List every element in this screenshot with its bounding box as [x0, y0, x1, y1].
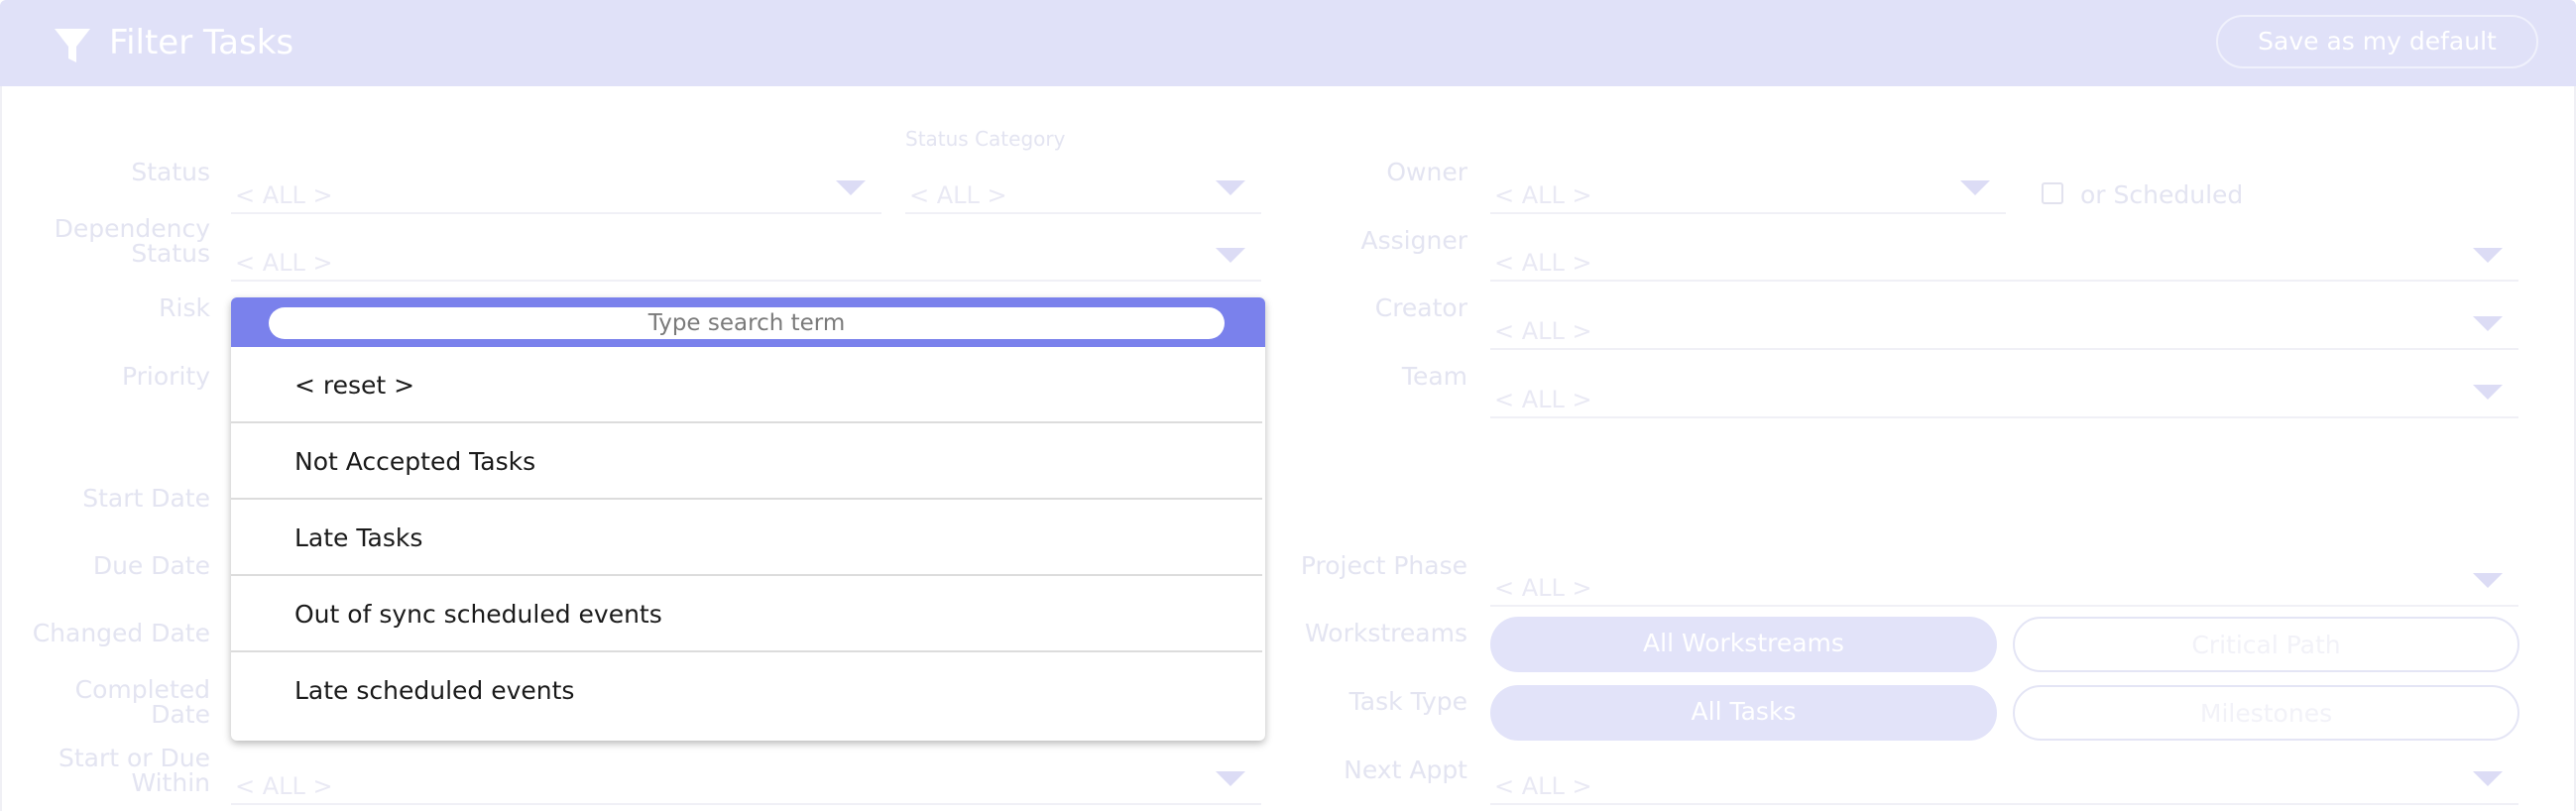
- dropdown-option-reset[interactable]: < reset >: [231, 347, 1262, 423]
- chevron-down-icon: [2473, 573, 2503, 588]
- start-date-label: Start Date: [82, 484, 210, 513]
- chevron-down-icon: [1216, 248, 1245, 263]
- workstreams-label: Workstreams: [1305, 619, 1467, 647]
- creator-label: Creator: [1374, 293, 1467, 322]
- filter-header: Filter Tasks Save as my default: [0, 0, 2576, 86]
- team-select[interactable]: < ALL >: [1490, 373, 2518, 418]
- milestones-toggle[interactable]: Milestones: [2013, 685, 2519, 741]
- assigner-select[interactable]: < ALL >: [1490, 236, 2518, 282]
- dropdown-search-input[interactable]: [269, 307, 1225, 339]
- next-appt-select[interactable]: < ALL >: [1490, 759, 2518, 805]
- chevron-down-icon: [2473, 248, 2503, 263]
- start-or-due-within-value: < ALL >: [235, 772, 333, 800]
- dependency-status-label: Dependency Status: [20, 216, 210, 266]
- completed-date-label-line2: Date: [151, 700, 210, 729]
- assigner-label: Assigner: [1360, 226, 1467, 255]
- creator-value: < ALL >: [1494, 317, 1592, 345]
- owner-value: < ALL >: [1494, 181, 1592, 209]
- team-label: Team: [1401, 362, 1467, 391]
- task-type-label: Task Type: [1348, 687, 1467, 716]
- or-scheduled-label: or Scheduled: [2080, 180, 2244, 209]
- save-as-default-button[interactable]: Save as my default: [2216, 15, 2538, 68]
- dependency-status-select[interactable]: < ALL >: [231, 236, 1261, 282]
- chevron-down-icon: [2473, 771, 2503, 786]
- chevron-down-icon: [1960, 180, 1990, 195]
- critical-path-toggle[interactable]: Critical Path: [2013, 617, 2519, 672]
- status-category-label: Status Category: [905, 127, 1066, 151]
- start-or-due-within-select[interactable]: < ALL >: [231, 759, 1261, 805]
- or-scheduled-checkbox[interactable]: [2042, 182, 2063, 204]
- team-value: < ALL >: [1494, 386, 1592, 413]
- next-appt-value: < ALL >: [1494, 772, 1592, 800]
- risk-label: Risk: [159, 293, 210, 322]
- changed-date-label: Changed Date: [32, 619, 210, 647]
- dependency-status-label-line2: Status: [131, 239, 210, 268]
- status-select[interactable]: < ALL >: [231, 169, 881, 214]
- project-phase-select[interactable]: < ALL >: [1490, 561, 2518, 607]
- filter-icon: [55, 29, 90, 62]
- dropdown-option-out-of-sync-scheduled-events[interactable]: Out of sync scheduled events: [231, 576, 1262, 652]
- chevron-down-icon: [2473, 385, 2503, 400]
- start-or-due-within-label: Start or Due Within: [20, 746, 210, 795]
- dropdown-option-late-tasks[interactable]: Late Tasks: [231, 500, 1262, 576]
- dropdown-option-not-accepted-tasks[interactable]: Not Accepted Tasks: [231, 423, 1262, 500]
- status-label: Status: [131, 158, 210, 186]
- status-value: < ALL >: [235, 181, 333, 209]
- dropdown-option-late-scheduled-events[interactable]: Late scheduled events: [231, 652, 1262, 729]
- chevron-down-icon: [2473, 316, 2503, 331]
- completed-date-label: Completed Date: [20, 677, 210, 727]
- all-tasks-toggle[interactable]: All Tasks: [1490, 685, 1997, 741]
- owner-select[interactable]: < ALL >: [1490, 169, 2006, 214]
- status-category-value: < ALL >: [909, 181, 1007, 209]
- chevron-down-icon: [1216, 771, 1245, 786]
- priority-label: Priority: [122, 362, 210, 391]
- dependency-status-value: < ALL >: [235, 249, 333, 277]
- owner-label: Owner: [1386, 158, 1467, 186]
- project-phase-label: Project Phase: [1300, 551, 1467, 580]
- chevron-down-icon: [836, 180, 866, 195]
- assigner-value: < ALL >: [1494, 249, 1592, 277]
- due-date-label: Due Date: [92, 551, 210, 580]
- risk-dropdown-menu: < reset > Not Accepted Tasks Late Tasks …: [231, 297, 1265, 741]
- next-appt-label: Next Appt: [1344, 755, 1467, 784]
- start-or-due-label-line2: Within: [131, 768, 210, 797]
- dropdown-search-bar: [231, 297, 1265, 347]
- status-category-select[interactable]: < ALL >: [905, 169, 1261, 214]
- project-phase-value: < ALL >: [1494, 574, 1592, 602]
- all-workstreams-toggle[interactable]: All Workstreams: [1490, 617, 1997, 672]
- creator-select[interactable]: < ALL >: [1490, 304, 2518, 350]
- chevron-down-icon: [1216, 180, 1245, 195]
- page-title: Filter Tasks: [109, 23, 294, 62]
